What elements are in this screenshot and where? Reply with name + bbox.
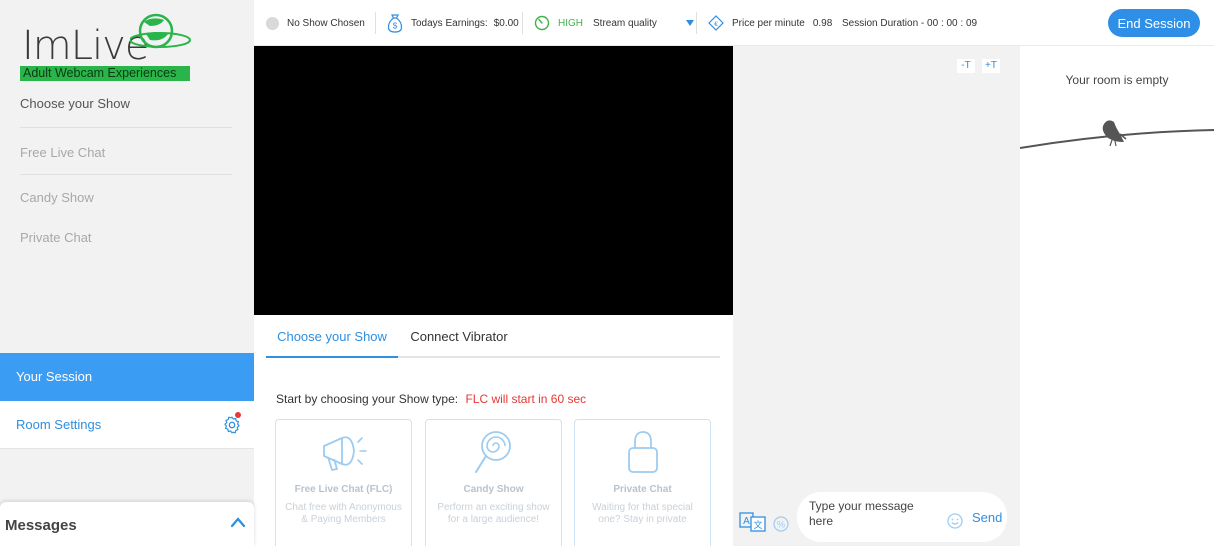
money-bag-icon: $	[387, 14, 403, 33]
todays-earnings: $ Todays Earnings: $0.00	[387, 0, 519, 46]
smiley-icon[interactable]	[947, 513, 963, 529]
show-card-private-chat[interactable]: Private Chat Waiting for that special on…	[574, 419, 711, 546]
earnings-value: $0.00	[493, 17, 519, 29]
notification-dot	[235, 412, 241, 418]
price-per-minute: € Price per minute 0.98	[708, 0, 832, 46]
imlive-logo[interactable]: ImLive Adult Webcam Experiences	[18, 12, 198, 82]
chevron-down-icon[interactable]	[685, 19, 695, 27]
divider	[20, 174, 232, 175]
price-value: 0.98	[812, 17, 833, 29]
message-input[interactable]	[809, 499, 939, 535]
lollipop-icon	[474, 431, 511, 473]
svg-text:A: A	[743, 516, 750, 527]
show-tabs: Choose your Show Connect Vibrator	[266, 316, 720, 358]
svg-text:€: €	[714, 21, 718, 28]
logo-tagline: Adult Webcam Experiences	[20, 66, 190, 81]
room-empty-text: Your room is empty	[1065, 73, 1169, 87]
sidebar-item-room-settings[interactable]: Room Settings	[0, 401, 254, 449]
increase-font-button[interactable]: +T	[982, 59, 1000, 73]
top-bar: No Show Chosen $ Todays Earnings: $0.00 …	[254, 0, 1214, 46]
tab-choose-your-show[interactable]: Choose your Show	[266, 316, 398, 358]
stream-quality-select[interactable]: HIGH Stream quality	[534, 0, 695, 46]
show-status-text: No Show Chosen	[287, 17, 365, 29]
quality-level: HIGH	[558, 17, 583, 29]
speedometer-icon	[534, 15, 550, 31]
chevron-up-icon[interactable]	[230, 516, 246, 528]
start-text: Start by choosing your Show type:	[276, 392, 459, 406]
divider	[522, 12, 523, 34]
room-panel: Your room is empty	[1020, 46, 1214, 546]
chat-input-box: Send	[797, 492, 1007, 542]
divider	[375, 12, 376, 34]
chat-area: -T +T A 文 % Send	[733, 46, 1020, 546]
svg-text:文: 文	[753, 519, 762, 530]
flc-countdown: FLC will start in 60 sec	[465, 392, 587, 406]
price-label: Price per minute	[732, 17, 805, 29]
card-description: Chat free with Anonymous & Paying Member…	[285, 502, 402, 525]
lock-icon	[627, 431, 658, 473]
show-status: No Show Chosen	[266, 0, 365, 46]
svg-text:%: %	[777, 520, 785, 530]
bird-on-wire-illustration	[1020, 120, 1214, 149]
card-description: Waiting for that special one? Stay in pr…	[592, 502, 693, 525]
tab-connect-vibrator[interactable]: Connect Vibrator	[398, 316, 520, 358]
room-settings-label: Room Settings	[16, 417, 102, 432]
globe-icon	[130, 13, 191, 49]
sidebar-item-private-chat[interactable]: Private Chat	[20, 230, 92, 245]
svg-text:$: $	[393, 22, 398, 31]
sidebar-item-free-live-chat[interactable]: Free Live Chat	[20, 145, 105, 160]
gear-icon[interactable]	[222, 415, 242, 435]
session-duration: Session Duration - 00 : 00 : 09	[842, 17, 978, 29]
start-instruction: Start by choosing your Show type: FLC wi…	[276, 392, 586, 406]
show-card-candy-show[interactable]: Candy Show Perform an exciting show for …	[425, 419, 562, 546]
card-title: Candy Show	[463, 484, 524, 495]
earnings-label: Todays Earnings:	[411, 17, 488, 29]
card-title: Private Chat	[613, 484, 672, 495]
video-preview	[254, 46, 733, 315]
choose-show-heading: Choose your Show	[20, 96, 130, 111]
sidebar-item-candy-show[interactable]: Candy Show	[20, 190, 94, 205]
show-card-free-live-chat[interactable]: Free Live Chat (FLC) Chat free with Anon…	[275, 419, 412, 546]
end-session-button[interactable]: End Session	[1108, 9, 1200, 37]
price-tag-icon: €	[708, 15, 724, 31]
status-dot-icon	[266, 16, 279, 30]
card-title: Free Live Chat (FLC)	[294, 484, 393, 495]
sidebar: ImLive Adult Webcam Experiences Choose y…	[0, 0, 254, 546]
divider	[696, 12, 697, 34]
divider	[20, 127, 232, 128]
sidebar-item-your-session[interactable]: Your Session	[0, 353, 254, 401]
translate-icon[interactable]: A 文	[739, 512, 767, 532]
send-button[interactable]: Send	[972, 510, 1002, 525]
messages-panel[interactable]: Messages	[0, 502, 254, 546]
quality-label: Stream quality	[593, 17, 657, 29]
decrease-font-button[interactable]: -T	[957, 59, 975, 73]
card-description: Perform an exciting show for a large aud…	[437, 502, 550, 525]
messages-title: Messages	[5, 517, 77, 534]
percent-icon[interactable]: %	[773, 516, 789, 532]
megaphone-icon	[322, 436, 367, 471]
